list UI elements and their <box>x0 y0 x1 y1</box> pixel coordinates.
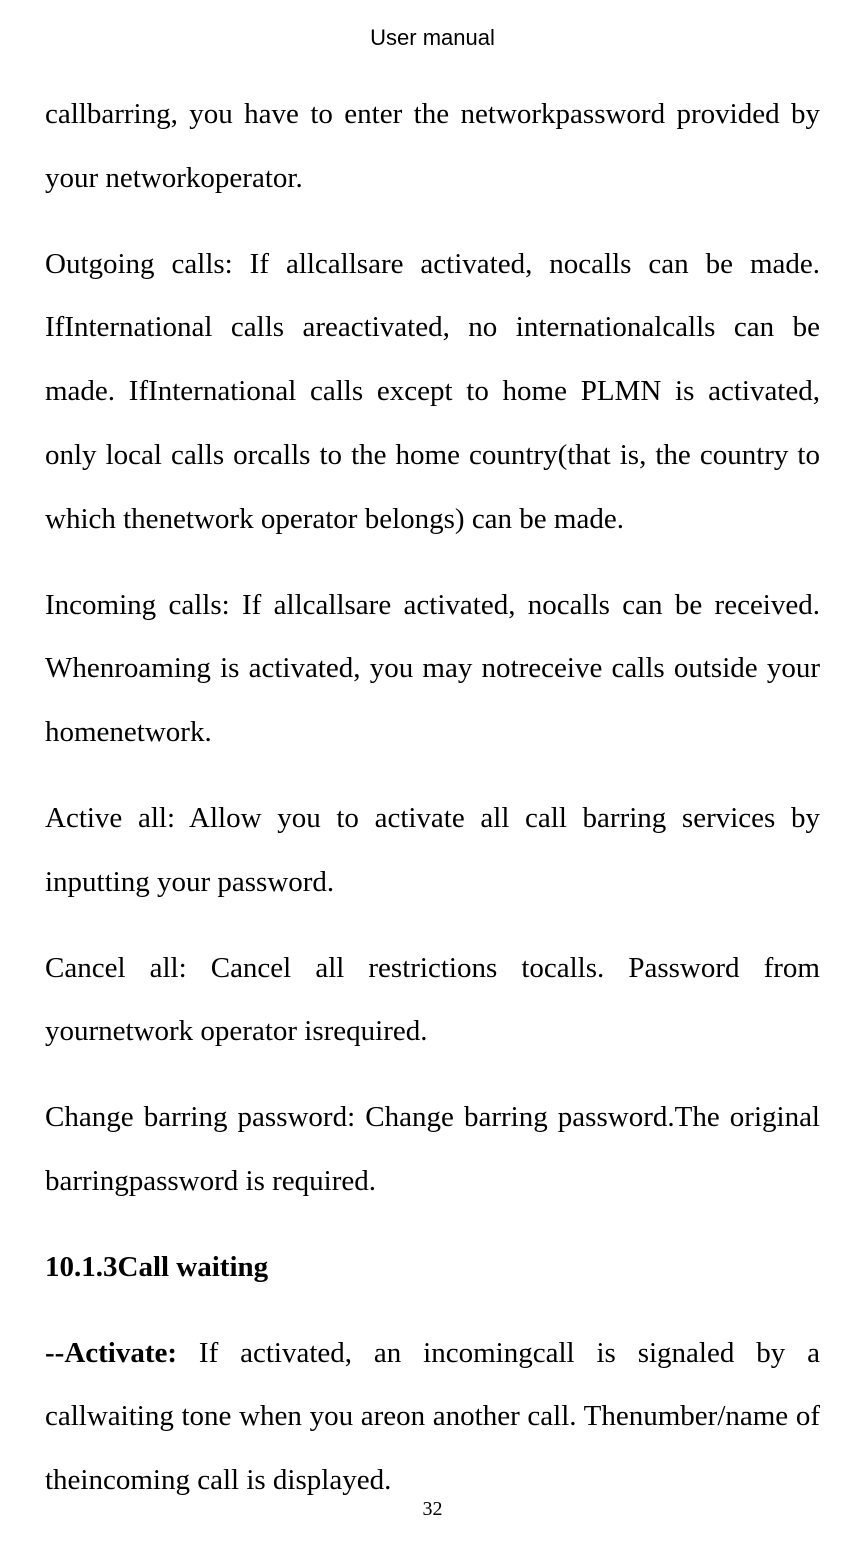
paragraph-active-all: Active all: Allow you to activate all ca… <box>45 787 820 915</box>
paragraph-cancel-all: Cancel all: Cancel all restrictions toca… <box>45 937 820 1065</box>
document-page: User manual callbarring, you have to ent… <box>0 0 865 1513</box>
activate-label: --Activate: <box>45 1337 199 1369</box>
section-heading-call-waiting: 10.1.3Call waiting <box>45 1236 820 1300</box>
page-number: 32 <box>0 1498 865 1521</box>
paragraph-outgoing-calls: Outgoing calls: If allcallsare activated… <box>45 233 820 552</box>
paragraph-callbarring-intro: callbarring, you have to enter the netwo… <box>45 83 820 211</box>
paragraph-change-password: Change barring password: Change barring … <box>45 1086 820 1214</box>
paragraph-incoming-calls: Incoming calls: If allcallsare activated… <box>45 574 820 765</box>
page-header: User manual <box>45 25 820 51</box>
paragraph-activate: --Activate: If activated, an incomingcal… <box>45 1322 820 1513</box>
